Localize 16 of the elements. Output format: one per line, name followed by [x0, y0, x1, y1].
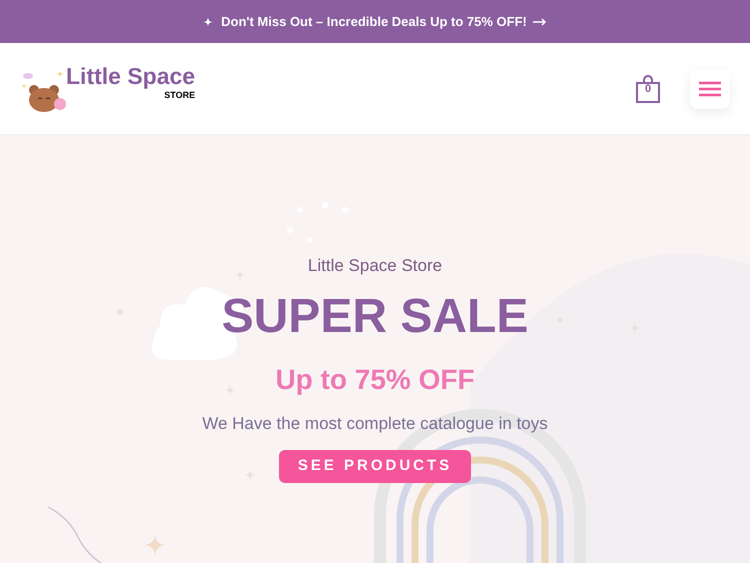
cart-button[interactable]: 0: [636, 74, 660, 102]
promo-text: Don't Miss Out – Incredible Deals Up to 75% OFF!: [221, 12, 527, 31]
hero-subtitle: Up to 75% OFF: [275, 362, 475, 397]
hero-description: We Have the most complete catalogue in toys: [202, 412, 548, 434]
store-logo[interactable]: Little Space STORE: [20, 64, 196, 114]
menu-icon: [699, 80, 721, 96]
logo-name: Little Space: [66, 64, 196, 88]
hero-eyebrow: Little Space Store: [308, 255, 442, 277]
arrow-icon: [532, 18, 547, 26]
menu-button[interactable]: [690, 68, 730, 108]
hero-title: SUPER SALE: [222, 292, 528, 340]
cart-count: 0: [644, 82, 652, 97]
shopping-bag-icon: [636, 74, 660, 102]
logo-tagline: STORE: [164, 90, 196, 100]
see-products-button[interactable]: SEE PRODUCTS: [278, 450, 472, 483]
promo-banner[interactable]: Don't Miss Out – Incredible Deals Up to 75% OFF!: [0, 0, 750, 43]
